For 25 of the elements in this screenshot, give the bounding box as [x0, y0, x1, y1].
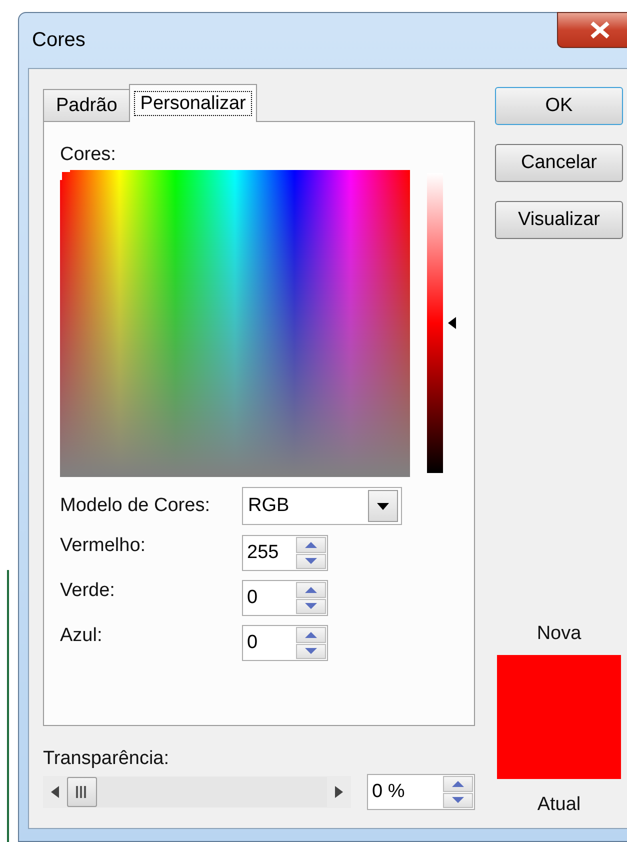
color-model-dropdown[interactable]: RGB: [242, 487, 402, 525]
slider-pointer-icon[interactable]: [448, 317, 456, 329]
new-color-label: Nova: [536, 623, 582, 645]
scroll-right-icon[interactable]: [335, 786, 343, 798]
crosshair-icon: [60, 170, 70, 180]
current-color-label: Atual: [537, 794, 581, 816]
dialog-button[interactable]: Visualizar: [495, 201, 623, 239]
channel-label: Azul:: [60, 625, 104, 647]
dialog-button[interactable]: Cancelar: [495, 144, 623, 182]
close-icon: [589, 21, 611, 39]
transparency-scrollbar[interactable]: [43, 776, 351, 808]
color-spectrum[interactable]: [60, 170, 410, 477]
channel-label: Verde:: [60, 580, 116, 602]
window-title: Cores: [32, 29, 86, 52]
colors-label: Cores:: [60, 144, 117, 166]
color-model-label: Modelo de Cores:: [60, 495, 211, 517]
tab[interactable]: Padrão: [43, 89, 130, 121]
transparency-label: Transparência:: [43, 748, 170, 770]
dropdown-arrow-icon: [377, 502, 389, 510]
channel-label: Vermelho:: [60, 535, 147, 557]
scroll-thumb[interactable]: [67, 777, 97, 807]
tab[interactable]: Personalizar: [129, 84, 257, 122]
close-button[interactable]: [557, 12, 627, 48]
scroll-left-icon[interactable]: [51, 786, 59, 798]
dialog-button[interactable]: OK: [495, 87, 623, 125]
